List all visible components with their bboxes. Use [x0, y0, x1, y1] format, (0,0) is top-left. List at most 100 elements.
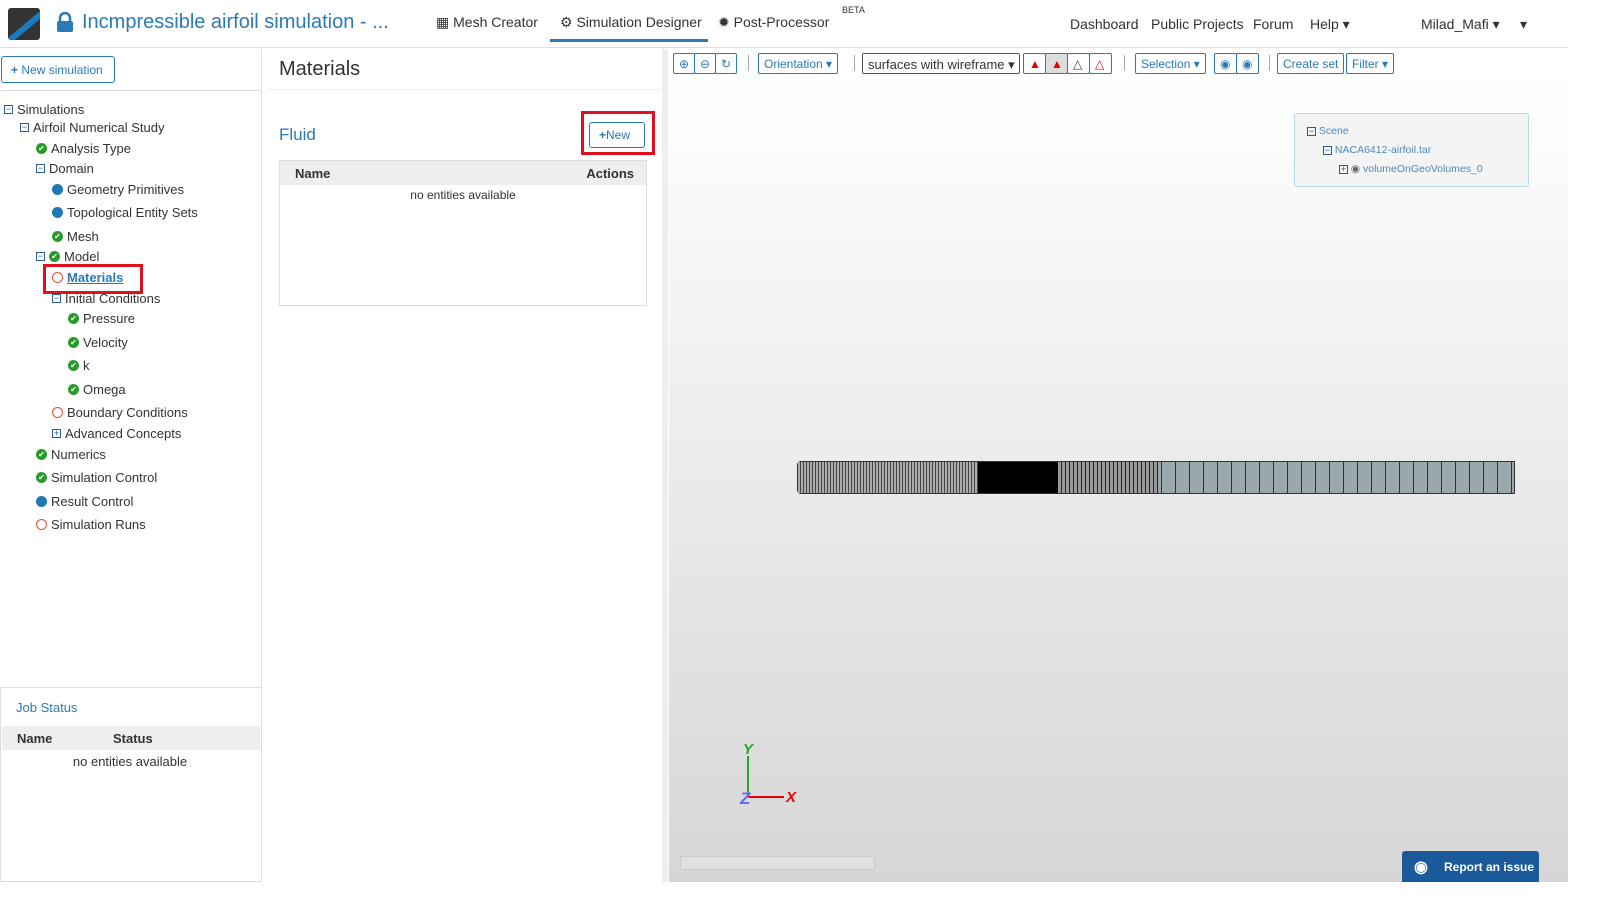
divider	[748, 55, 749, 71]
collapse-icon[interactable]: −	[1323, 146, 1332, 155]
hide-icon[interactable]: ◉	[1214, 53, 1237, 74]
divider	[267, 89, 661, 90]
tree-advanced-concepts[interactable]: + Advanced Concepts	[52, 426, 181, 441]
nav-help[interactable]: Help ▾	[1310, 16, 1350, 33]
new-simulation-button[interactable]: + New simulation	[1, 56, 115, 83]
collapse-icon[interactable]: −	[52, 294, 61, 303]
nav-mesh-creator[interactable]: ▦ Mesh Creator	[436, 14, 538, 31]
tree-k[interactable]: ✔ k	[68, 358, 90, 373]
beta-badge: BETA	[842, 5, 865, 15]
collapse-icon[interactable]: −	[36, 164, 45, 173]
tree-simulation-control[interactable]: ✔ Simulation Control	[36, 470, 157, 485]
wireframe-icon[interactable]: △	[1067, 53, 1090, 74]
scene-file[interactable]: − NACA6412-airfoil.tar	[1323, 144, 1431, 156]
gears-icon: ⚙	[560, 14, 577, 30]
materials-table: Name Actions no entities available	[279, 160, 647, 306]
expand-icon[interactable]: +	[1339, 165, 1348, 174]
points-icon[interactable]: △	[1089, 53, 1112, 74]
tree-omega[interactable]: ✔ Omega	[68, 382, 126, 397]
tree-pressure[interactable]: ✔ Pressure	[68, 311, 135, 326]
check-icon: ✔	[36, 143, 47, 154]
check-icon: ✔	[49, 251, 60, 262]
solid-wireframe-icon[interactable]: ▲	[1045, 53, 1068, 74]
table-header: Name Actions	[280, 161, 646, 185]
grid-icon: ▦	[436, 14, 454, 30]
tree-airfoil-study[interactable]: − Airfoil Numerical Study	[20, 120, 165, 135]
reset-view-icon[interactable]: ↻	[715, 53, 737, 74]
collapse-icon[interactable]: −	[1307, 127, 1316, 136]
divider	[1269, 55, 1270, 71]
info-dot-icon	[52, 207, 63, 218]
divider	[1124, 55, 1125, 71]
nav-post-processor[interactable]: ✹ Post-Processor	[718, 14, 829, 31]
divider	[854, 55, 855, 71]
nav-dashboard[interactable]: Dashboard	[1070, 16, 1139, 32]
svg-text:Y: Y	[743, 742, 755, 758]
selection-dropdown[interactable]: Selection ▾	[1135, 53, 1206, 74]
eye-icon[interactable]: ◉	[1351, 163, 1360, 175]
collapse-icon[interactable]: −	[36, 252, 45, 261]
tree-simulation-runs[interactable]: Simulation Runs	[36, 517, 146, 532]
check-icon: ✔	[68, 384, 79, 395]
section-title: Fluid	[279, 125, 316, 144]
filter-dropdown[interactable]: Filter ▾	[1346, 53, 1395, 74]
nav-forum[interactable]: Forum	[1253, 16, 1293, 32]
tree-velocity[interactable]: ✔ Velocity	[68, 335, 128, 350]
axes-triad-icon: Y X Z	[739, 742, 797, 807]
show-icon[interactable]: ◉	[1236, 53, 1259, 74]
highlight-box	[581, 111, 655, 155]
tree-topological-entity-sets[interactable]: Topological Entity Sets	[52, 205, 198, 220]
zoom-in-icon[interactable]: ⊕	[673, 53, 695, 74]
expand-icon[interactable]: +	[52, 429, 61, 438]
tree-simulations[interactable]: − Simulations	[4, 102, 84, 117]
viewer-status-bar	[680, 856, 875, 870]
info-dot-icon	[36, 496, 47, 507]
tree-geometry-primitives[interactable]: Geometry Primitives	[52, 182, 184, 197]
viewer-toolbar: ⊕ ⊖ ↻ Orientation ▾ surfaces with wirefr…	[669, 49, 1568, 77]
more-dropdown[interactable]: ▾	[1520, 16, 1527, 33]
pending-icon	[52, 407, 63, 418]
check-icon: ✔	[36, 449, 47, 460]
highlight-box	[43, 264, 143, 294]
tree-mesh[interactable]: ✔ Mesh	[52, 229, 99, 244]
tree-result-control[interactable]: Result Control	[36, 494, 133, 509]
user-menu[interactable]: Milad_Mafi ▾	[1421, 16, 1500, 33]
materials-panel: Materials Fluid +New Name Actions no ent…	[267, 49, 661, 882]
resize-handle[interactable]	[662, 49, 668, 882]
collapse-icon[interactable]: −	[4, 105, 13, 114]
camera-icon: ◉	[1414, 859, 1428, 876]
tree-boundary-conditions[interactable]: Boundary Conditions	[52, 405, 188, 420]
gear-icon: ✹	[718, 14, 734, 30]
tree-analysis-type[interactable]: ✔ Analysis Type	[36, 141, 131, 156]
page-title: Materials	[279, 58, 361, 80]
divider	[0, 90, 262, 91]
app-logo[interactable]	[8, 8, 40, 40]
orientation-dropdown[interactable]: Orientation ▾	[758, 53, 839, 74]
check-icon: ✔	[36, 472, 47, 483]
solid-mode-icon[interactable]: ▲	[1023, 53, 1046, 74]
report-issue-button[interactable]: ◉ Report an issue	[1402, 851, 1539, 882]
tree-model[interactable]: − ✔ Model	[36, 249, 99, 264]
zoom-out-icon[interactable]: ⊖	[694, 53, 716, 74]
check-icon: ✔	[68, 337, 79, 348]
project-title[interactable]: Incmpressible airfoil simulation - ...	[82, 11, 389, 34]
render-mode-select[interactable]: surfaces with wireframe ▾	[862, 53, 1020, 74]
info-dot-icon	[52, 184, 63, 195]
create-set-button[interactable]: Create set	[1277, 53, 1345, 74]
nav-simulation-designer[interactable]: ⚙ Simulation Designer	[550, 14, 708, 42]
nav-public-projects[interactable]: Public Projects	[1151, 16, 1244, 32]
job-status-panel: Job Status Name Status no entities avail…	[0, 687, 262, 882]
tree-domain[interactable]: − Domain	[36, 161, 94, 176]
airfoil-mesh	[797, 461, 1515, 494]
collapse-icon[interactable]: −	[20, 123, 29, 132]
scene-volume[interactable]: + ◉ volumeOnGeoVolumes_0	[1339, 163, 1483, 175]
scene-root[interactable]: − Scene	[1307, 125, 1349, 137]
tree-numerics[interactable]: ✔ Numerics	[36, 447, 106, 462]
check-icon: ✔	[52, 231, 63, 242]
scene-tree: − Scene − NACA6412-airfoil.tar + ◉ volum…	[1294, 113, 1529, 187]
3d-viewer[interactable]: Y X Z	[669, 77, 1568, 882]
top-header: Incmpressible airfoil simulation - ... ▦…	[0, 0, 1568, 48]
tree-initial-conditions[interactable]: − Initial Conditions	[52, 291, 160, 306]
svg-text:X: X	[785, 789, 797, 806]
check-icon: ✔	[68, 313, 79, 324]
